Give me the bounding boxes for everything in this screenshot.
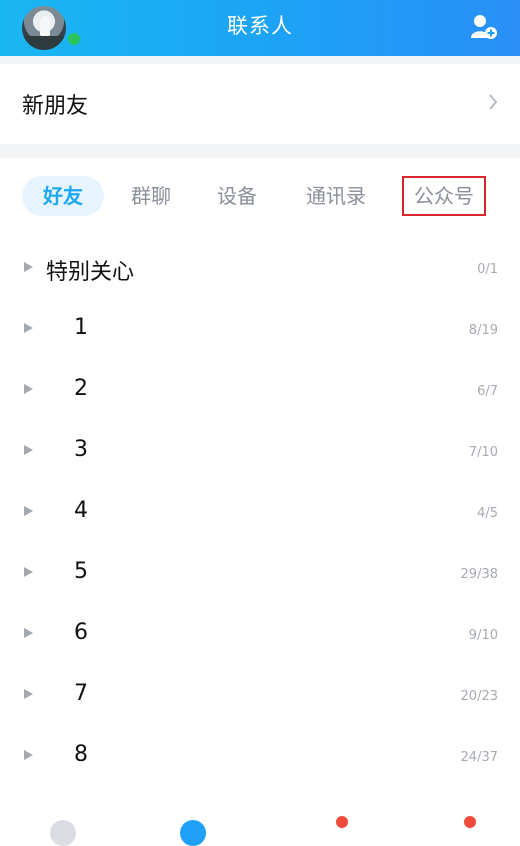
tab-groups[interactable]: 群聊 bbox=[116, 176, 186, 216]
group-name: 3 bbox=[74, 437, 88, 462]
group-count: 8/19 bbox=[468, 323, 498, 338]
tab-official-accounts[interactable]: 公众号 bbox=[402, 176, 486, 216]
group-name: 2 bbox=[74, 376, 88, 401]
group-row[interactable]: 8 24/37 bbox=[0, 722, 520, 783]
group-name: 7 bbox=[74, 681, 88, 706]
add-contact-icon[interactable] bbox=[470, 14, 498, 40]
group-row[interactable]: 7 20/23 bbox=[0, 661, 520, 722]
unread-badge bbox=[336, 816, 348, 828]
group-count: 9/10 bbox=[468, 628, 498, 643]
tab-bar-icon[interactable] bbox=[50, 820, 76, 846]
group-count: 6/7 bbox=[477, 384, 498, 399]
group-row[interactable]: 3 7/10 bbox=[0, 417, 520, 478]
group-row[interactable]: 1 8/19 bbox=[0, 295, 520, 356]
group-row-special[interactable]: 特别关心 0/1 bbox=[0, 234, 520, 295]
group-count: 24/37 bbox=[460, 750, 498, 765]
expand-arrow-icon bbox=[24, 567, 33, 577]
group-row[interactable]: 2 6/7 bbox=[0, 356, 520, 417]
tab-address-book[interactable]: 通讯录 bbox=[292, 176, 380, 216]
new-friends-label: 新朋友 bbox=[22, 94, 89, 119]
bottom-tab-bar bbox=[0, 812, 520, 846]
unread-badge bbox=[464, 816, 476, 828]
header-bar: 联系人 bbox=[0, 0, 520, 56]
group-row[interactable]: 4 4/5 bbox=[0, 478, 520, 539]
expand-arrow-icon bbox=[24, 506, 33, 516]
tab-bar-icon[interactable] bbox=[180, 820, 206, 846]
expand-arrow-icon bbox=[24, 323, 33, 333]
tab-devices[interactable]: 设备 bbox=[202, 176, 272, 216]
chevron-right-icon bbox=[489, 94, 498, 110]
section-divider bbox=[0, 144, 520, 158]
expand-arrow-icon bbox=[24, 628, 33, 638]
group-name: 4 bbox=[74, 498, 88, 523]
expand-arrow-icon bbox=[24, 445, 33, 455]
contact-tabs: 好友 群聊 设备 通讯录 公众号 bbox=[0, 158, 520, 228]
group-count: 29/38 bbox=[460, 567, 498, 582]
group-name: 特别关心 bbox=[46, 260, 135, 285]
expand-arrow-icon bbox=[24, 384, 33, 394]
group-name: 6 bbox=[74, 620, 88, 645]
expand-arrow-icon bbox=[24, 689, 33, 699]
group-name: 8 bbox=[74, 742, 88, 767]
expand-arrow-icon bbox=[24, 262, 33, 272]
tab-friends[interactable]: 好友 bbox=[22, 176, 104, 216]
section-divider bbox=[0, 56, 520, 64]
group-count: 7/10 bbox=[468, 445, 498, 460]
group-name: 5 bbox=[74, 559, 88, 584]
group-count: 20/23 bbox=[460, 689, 498, 704]
group-count: 0/1 bbox=[477, 262, 498, 277]
group-count: 4/5 bbox=[477, 506, 498, 521]
group-row[interactable]: 5 29/38 bbox=[0, 539, 520, 600]
page-title: 联系人 bbox=[227, 14, 293, 38]
expand-arrow-icon bbox=[24, 750, 33, 760]
group-name: 1 bbox=[74, 315, 88, 340]
new-friends-row[interactable]: 新朋友 bbox=[0, 64, 520, 144]
group-row[interactable]: 6 9/10 bbox=[0, 600, 520, 661]
